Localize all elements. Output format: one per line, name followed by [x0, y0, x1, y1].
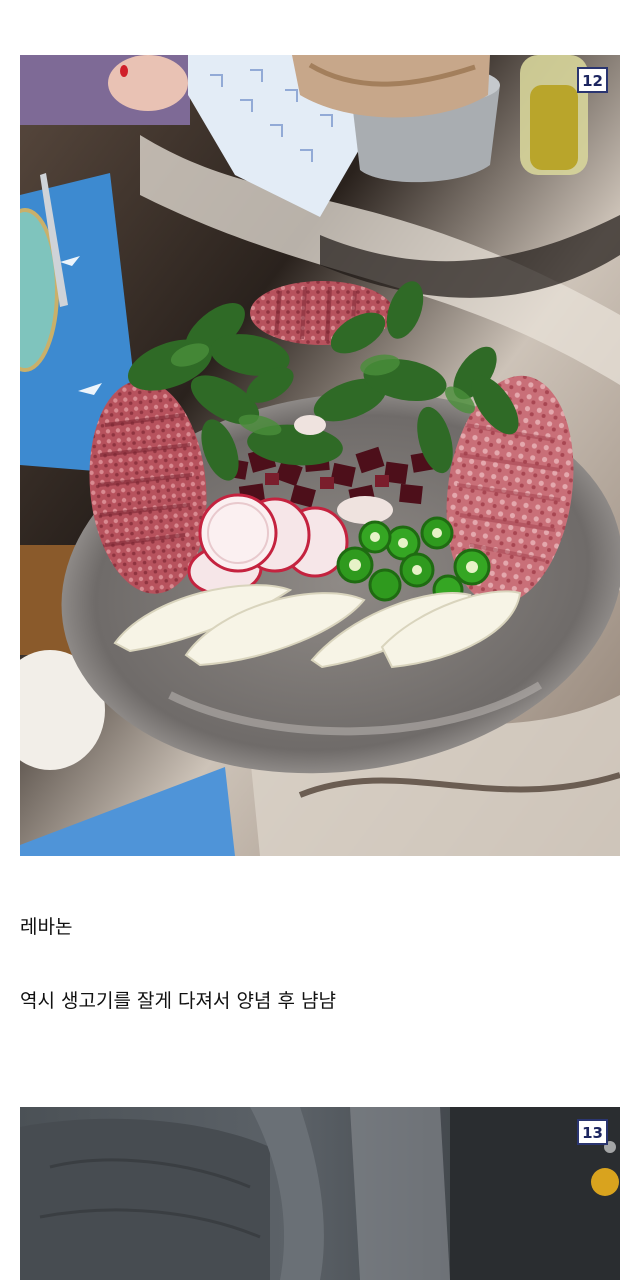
raw-meat-platter-photo [20, 55, 620, 856]
image-number-badge: 13 [577, 1119, 608, 1145]
post-image-12[interactable]: 12 [20, 55, 620, 856]
image-number-badge: 12 [577, 67, 608, 93]
caption-title: 레바논 [20, 916, 73, 938]
caption-body: 역시 생고기를 잘게 다져서 양념 후 냠냠 [20, 990, 336, 1012]
post-image-13[interactable]: 13 [20, 1107, 620, 1280]
car-interior-photo [20, 1107, 620, 1280]
